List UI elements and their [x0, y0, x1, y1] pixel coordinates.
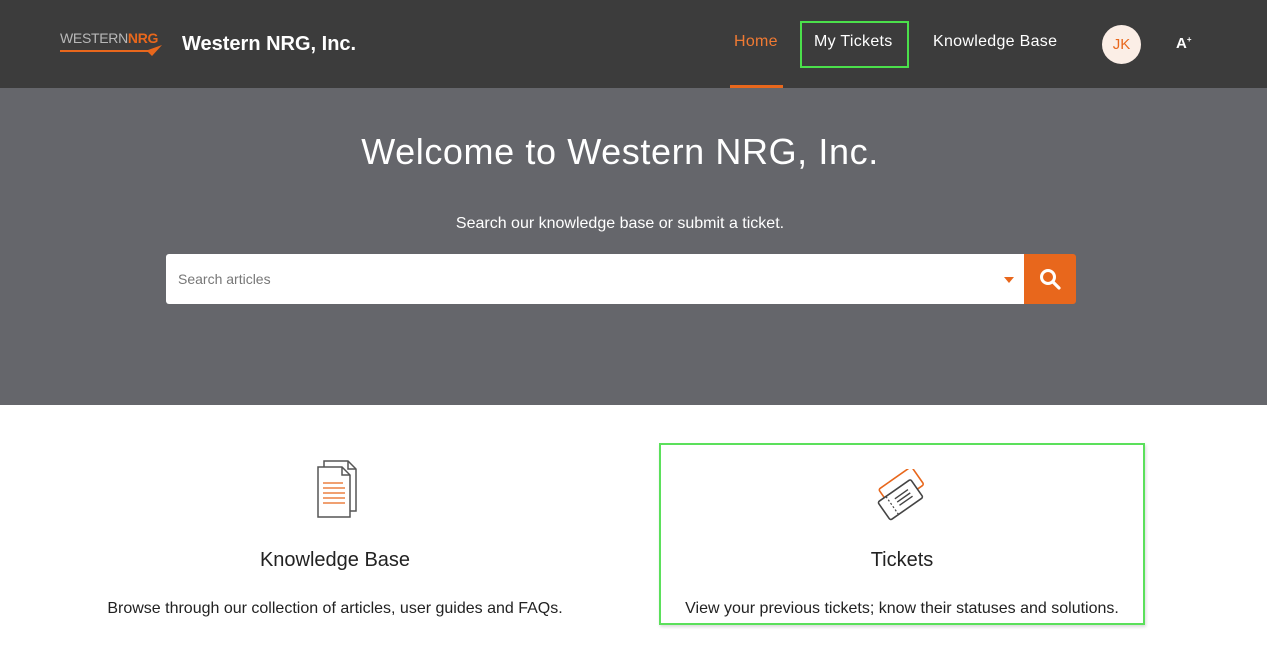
nav-home[interactable]: Home	[734, 33, 778, 51]
tickets-card-description: View your previous tickets; know their s…	[685, 600, 1119, 617]
avatar-initials: JK	[1112, 36, 1131, 53]
tickets-card-title: Tickets	[870, 549, 934, 571]
accessibility-font-icon[interactable]: A+	[1176, 35, 1192, 52]
search-icon	[1040, 269, 1061, 290]
accessibility-label: A	[1176, 35, 1187, 52]
user-avatar[interactable]: JK	[1102, 25, 1141, 64]
company-logo[interactable]: WESTERNNRG	[60, 30, 162, 58]
accessibility-sup: +	[1186, 35, 1192, 44]
logo-swoosh-icon	[60, 45, 162, 56]
knowledge-base-card-title: Knowledge Base	[259, 549, 411, 571]
hero-title: Welcome to Western NRG, Inc.	[361, 131, 879, 172]
search-input[interactable]	[166, 254, 986, 304]
nav-my-tickets[interactable]: My Tickets	[814, 33, 893, 51]
knowledge-base-card-description: Browse through our collection of article…	[107, 600, 563, 617]
ticket-icon	[877, 469, 924, 521]
search-button[interactable]	[1024, 254, 1076, 304]
top-header: WESTERNNRG Western NRG, Inc. Home My Tic…	[0, 0, 1267, 88]
knowledge-base-card[interactable]: Knowledge Base Browse through our collec…	[92, 443, 578, 625]
document-icon	[317, 460, 357, 518]
hero-banner: Welcome to Western NRG, Inc. Search our …	[0, 88, 1267, 405]
nav-knowledge-base[interactable]: Knowledge Base	[933, 33, 1057, 51]
search-bar	[166, 254, 1024, 304]
site-name[interactable]: Western NRG, Inc.	[182, 33, 356, 56]
hero-subtitle: Search our knowledge base or submit a ti…	[455, 215, 785, 232]
tickets-card[interactable]: Tickets View your previous tickets; know…	[659, 443, 1145, 625]
search-dropdown-caret-icon[interactable]	[1004, 277, 1014, 283]
